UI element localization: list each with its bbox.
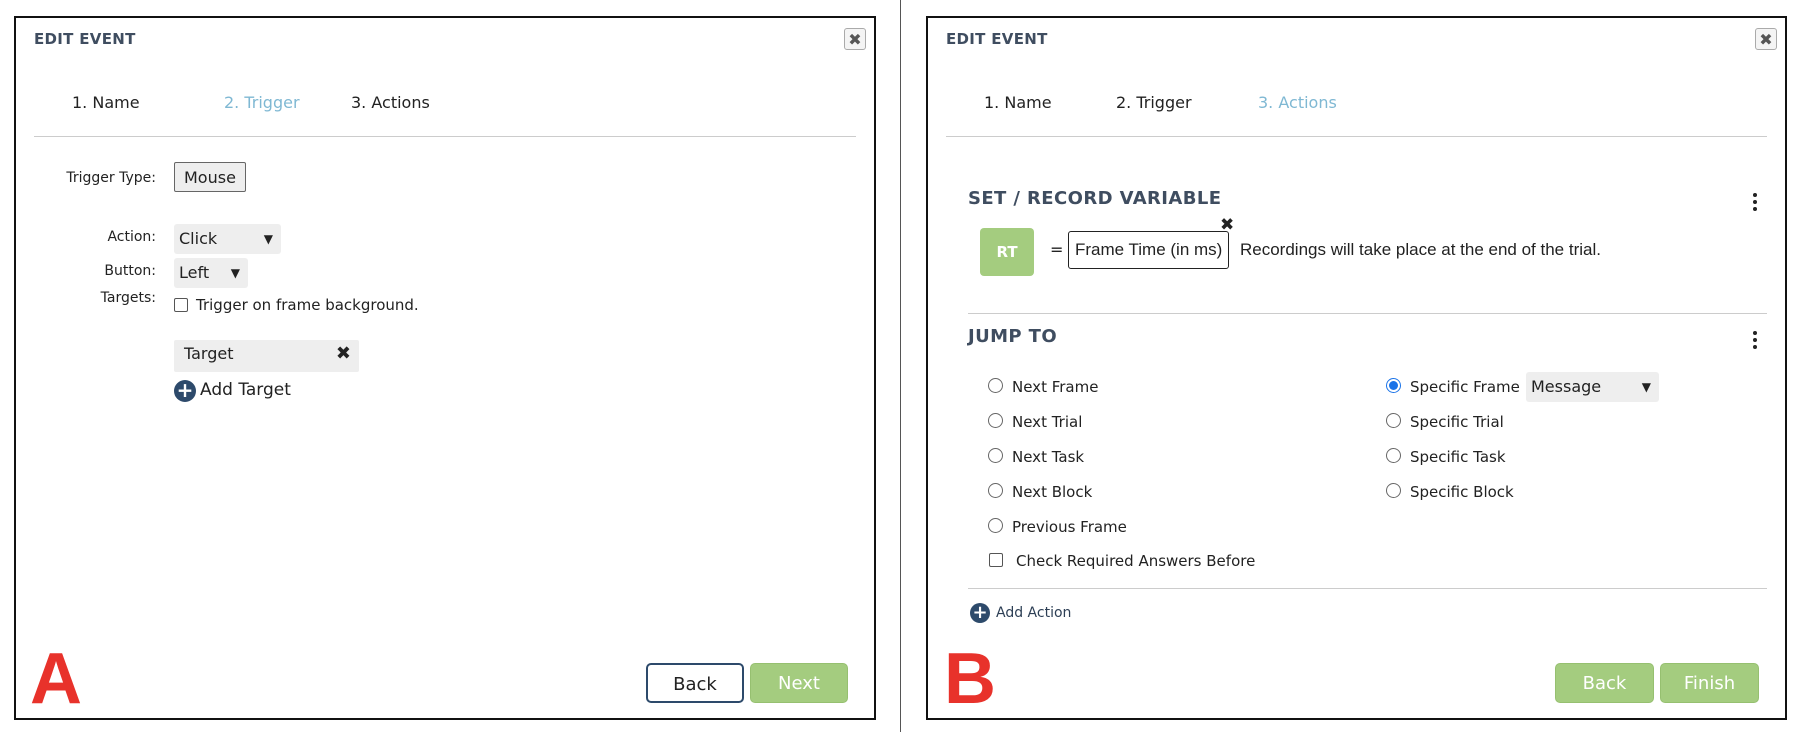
dialog-title: EDIT EVENT [946, 30, 1048, 48]
tab-divider [34, 136, 856, 137]
remove-value-icon[interactable]: ✖ [1220, 215, 1234, 235]
back-button[interactable]: Back [646, 663, 744, 703]
add-action-plus-icon[interactable]: + [970, 603, 990, 623]
radio-specific-block[interactable] [1386, 483, 1401, 498]
set-record-section-title: SET / RECORD VARIABLE [968, 188, 1222, 209]
action-select[interactable]: Click ▼ [174, 224, 281, 254]
option-next-frame: Next Frame [1012, 378, 1099, 396]
variable-value-box[interactable]: Frame Time (in ms) [1068, 231, 1230, 269]
button-label: Button: [104, 263, 156, 279]
tab-actions[interactable]: 3. Actions [1258, 93, 1337, 112]
section-divider [968, 588, 1767, 589]
frame-background-checkbox[interactable] [174, 298, 188, 312]
finish-button[interactable]: Finish [1660, 663, 1759, 703]
tab-name[interactable]: 1. Name [984, 93, 1052, 112]
radio-previous-frame[interactable] [988, 518, 1003, 533]
target-item: Target ✖ [174, 340, 359, 372]
chevron-down-icon: ▼ [230, 266, 240, 280]
tab-trigger[interactable]: 2. Trigger [1116, 93, 1192, 112]
next-button[interactable]: Next [750, 663, 848, 703]
panel-letter-b: B [944, 639, 996, 719]
variable-badge[interactable]: RT [980, 228, 1034, 276]
frame-background-checkbox-label: Trigger on frame background. [196, 296, 419, 314]
target-item-label: Target [184, 344, 234, 363]
tab-trigger[interactable]: 2. Trigger [224, 93, 300, 112]
add-action-link[interactable]: Add Action [996, 605, 1071, 621]
dialog-title: EDIT EVENT [34, 30, 136, 48]
action-select-value: Click [179, 229, 218, 248]
option-specific-task: Specific Task [1410, 448, 1506, 466]
radio-next-frame[interactable] [988, 378, 1003, 393]
equals-sign: = [1050, 240, 1064, 259]
tab-divider [946, 136, 1767, 137]
option-previous-frame: Previous Frame [1012, 518, 1127, 536]
trigger-type-mouse-button[interactable]: Mouse [174, 162, 246, 192]
button-select-value: Left [179, 263, 210, 282]
radio-next-task[interactable] [988, 448, 1003, 463]
add-target-plus-icon[interactable]: + [174, 380, 196, 402]
close-icon[interactable]: ✖ [1755, 28, 1777, 50]
recording-note: Recordings will take place at the end of… [1240, 240, 1601, 259]
jump-to-section-title: JUMP TO [968, 326, 1058, 347]
button-select[interactable]: Left ▼ [174, 258, 248, 288]
panel-divider [900, 0, 901, 732]
chevron-down-icon: ▼ [1641, 380, 1651, 394]
back-button[interactable]: Back [1555, 663, 1654, 703]
radio-specific-frame[interactable] [1386, 378, 1401, 393]
check-required-checkbox[interactable] [989, 553, 1003, 567]
targets-label: Targets: [100, 290, 156, 306]
panel-letter-a: A [30, 639, 82, 719]
set-record-kebab-icon[interactable] [1753, 193, 1757, 214]
specific-frame-select-value: Message [1531, 377, 1602, 396]
close-icon[interactable]: ✖ [844, 28, 866, 50]
tab-actions[interactable]: 3. Actions [351, 93, 430, 112]
add-target-link[interactable]: Add Target [200, 380, 291, 400]
radio-specific-trial[interactable] [1386, 413, 1401, 428]
chevron-down-icon: ▼ [263, 232, 273, 246]
radio-next-block[interactable] [988, 483, 1003, 498]
radio-next-trial[interactable] [988, 413, 1003, 428]
check-required-label: Check Required Answers Before [1016, 552, 1256, 570]
remove-target-icon[interactable]: ✖ [336, 340, 351, 368]
option-next-task: Next Task [1012, 448, 1085, 466]
option-specific-frame: Specific Frame [1410, 378, 1520, 396]
edit-event-dialog-trigger: EDIT EVENT ✖ 1. Name 2. Trigger 3. Actio… [14, 16, 876, 720]
specific-frame-select[interactable]: Message ▼ [1526, 372, 1659, 402]
edit-event-dialog-actions: EDIT EVENT ✖ 1. Name 2. Trigger 3. Actio… [926, 16, 1787, 720]
trigger-type-label: Trigger Type: [66, 170, 156, 186]
option-next-trial: Next Trial [1012, 413, 1083, 431]
action-label: Action: [107, 229, 156, 245]
jump-to-kebab-icon[interactable] [1753, 331, 1757, 352]
section-divider [968, 313, 1767, 314]
tab-name[interactable]: 1. Name [72, 93, 140, 112]
option-specific-block: Specific Block [1410, 483, 1514, 501]
radio-specific-task[interactable] [1386, 448, 1401, 463]
option-next-block: Next Block [1012, 483, 1093, 501]
option-specific-trial: Specific Trial [1410, 413, 1504, 431]
